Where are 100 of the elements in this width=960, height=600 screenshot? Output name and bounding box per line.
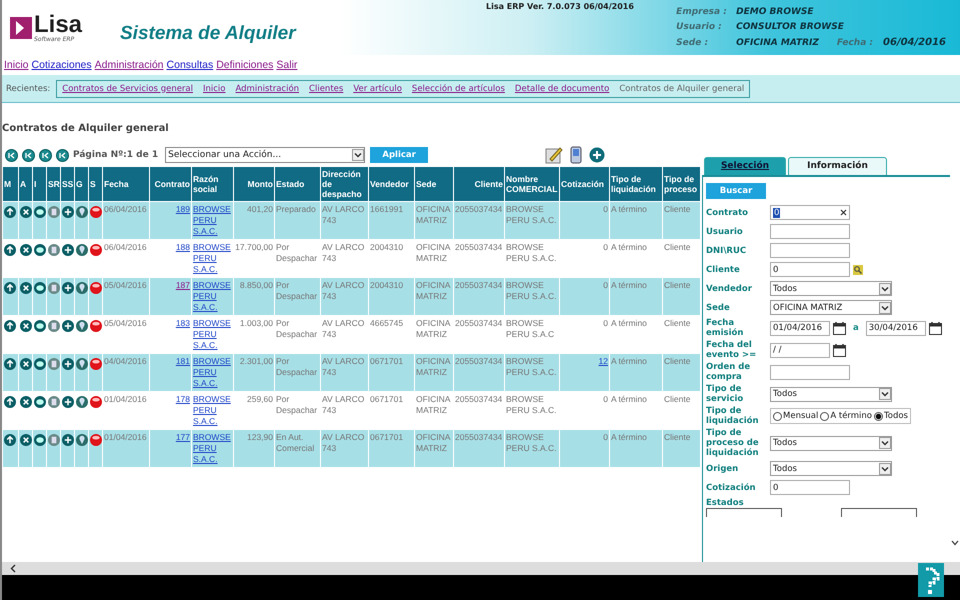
column-header[interactable]: Cliente [454, 166, 504, 202]
date-field[interactable]: 30/04/2016 [866, 320, 926, 336]
breadcrumb-link[interactable]: Clientes [309, 84, 344, 94]
contract-link[interactable]: 189 [176, 204, 190, 214]
radio-option[interactable]: A término [820, 411, 872, 421]
document-icon[interactable] [48, 244, 60, 256]
chat-icon[interactable] [34, 282, 46, 294]
map-pin-icon[interactable] [76, 358, 88, 370]
chat-icon[interactable] [34, 320, 46, 332]
up-arrow-icon[interactable] [4, 358, 16, 370]
column-header[interactable]: Nombre COMERCIAL [504, 166, 560, 202]
menu-link[interactable]: Salir [276, 59, 298, 71]
up-arrow-icon[interactable] [4, 282, 16, 294]
breadcrumb-link[interactable]: Administración [236, 84, 300, 94]
column-header[interactable]: Monto [234, 166, 274, 202]
column-header[interactable]: Tipo de liquidación [610, 166, 662, 202]
menu-link[interactable]: Inicio [4, 59, 29, 71]
cancel-icon[interactable] [20, 358, 32, 370]
map-pin-icon[interactable] [76, 282, 88, 294]
edit-icon[interactable] [545, 146, 564, 164]
column-header[interactable]: Estado [274, 166, 320, 202]
pager-nav-icon[interactable] [22, 148, 35, 162]
up-arrow-icon[interactable] [4, 396, 16, 408]
cancel-icon[interactable] [20, 244, 32, 256]
plus-icon[interactable] [589, 147, 606, 163]
up-arrow-icon[interactable] [4, 244, 16, 256]
column-header[interactable]: Dirección de despacho [320, 166, 368, 202]
radio-option[interactable]: Mensual [773, 411, 818, 421]
cancel-icon[interactable] [20, 434, 32, 446]
menu-link[interactable]: Administración [94, 59, 164, 71]
chat-icon[interactable] [34, 244, 46, 256]
breadcrumb-link[interactable]: Ver artículo [353, 84, 402, 94]
column-header[interactable]: Sede [414, 166, 454, 202]
document-icon[interactable] [48, 320, 60, 332]
up-arrow-icon[interactable] [4, 206, 16, 218]
map-pin-icon[interactable] [76, 244, 88, 256]
breadcrumb-link[interactable]: Selección de artículos [412, 84, 505, 94]
breadcrumb-link[interactable]: Detalle de documento [514, 84, 610, 94]
map-pin-icon[interactable] [76, 320, 88, 332]
calendar-icon[interactable] [928, 321, 942, 335]
map-pin-icon[interactable] [76, 434, 88, 446]
menu-link[interactable]: Cotizaciones [32, 59, 92, 71]
radio-icon[interactable] [874, 412, 883, 420]
map-pin-icon[interactable] [76, 396, 88, 408]
cancel-icon[interactable] [20, 320, 32, 332]
radio-icon[interactable] [773, 412, 782, 420]
input-field[interactable] [770, 224, 850, 239]
breadcrumb-link[interactable]: Contratos de Alquiler general [619, 84, 744, 94]
lookup-icon[interactable] [853, 264, 863, 274]
column-header[interactable]: SS [60, 166, 74, 202]
radio-option[interactable]: Todos [874, 411, 908, 421]
plus-icon[interactable] [62, 396, 74, 408]
column-header[interactable]: S [88, 166, 102, 202]
dropdown[interactable]: Todos [770, 461, 892, 476]
chevron-down-icon[interactable] [951, 540, 959, 546]
column-header[interactable]: M [2, 166, 18, 202]
up-arrow-icon[interactable] [4, 320, 16, 332]
radio-icon[interactable] [820, 412, 830, 420]
plus-icon[interactable] [62, 434, 74, 446]
input-field[interactable]: 0 [770, 205, 850, 220]
clear-icon[interactable] [840, 209, 847, 216]
column-header[interactable]: Razón social [192, 166, 234, 202]
calendar-icon[interactable] [833, 321, 846, 335]
calendar-icon[interactable] [833, 343, 846, 357]
input-field[interactable] [770, 243, 850, 258]
cancel-icon[interactable] [20, 282, 32, 294]
column-header[interactable]: SR [46, 166, 60, 202]
contract-link[interactable]: 183 [176, 318, 190, 328]
plus-icon[interactable] [62, 282, 74, 294]
breadcrumb-link[interactable]: Contratos de Servicios general [62, 84, 193, 94]
checkbox-field[interactable] [841, 508, 917, 517]
breadcrumb-link[interactable]: Inicio [203, 84, 226, 94]
column-header[interactable]: Fecha [102, 166, 150, 202]
menu-link[interactable]: Definiciones [216, 59, 274, 71]
plus-icon[interactable] [62, 206, 74, 218]
contract-link[interactable]: 188 [176, 242, 190, 252]
quote-link[interactable]: 12 [598, 356, 608, 366]
contract-link[interactable]: 181 [176, 356, 190, 366]
contract-link[interactable]: 177 [176, 432, 190, 442]
chat-icon[interactable] [34, 434, 46, 446]
plus-icon[interactable] [62, 320, 74, 332]
dropdown[interactable]: Todos [770, 281, 892, 296]
column-header[interactable]: Contrato [150, 166, 192, 202]
chevron-left-icon[interactable] [10, 564, 16, 573]
column-header[interactable]: A [18, 166, 32, 202]
document-icon[interactable] [48, 396, 60, 408]
column-header[interactable]: I [32, 166, 46, 202]
pager-nav-icon[interactable] [5, 148, 18, 162]
tab[interactable]: Selección [704, 157, 786, 175]
pager-nav-icon[interactable] [56, 148, 69, 162]
contract-link[interactable]: 187 [176, 280, 190, 290]
input-field[interactable]: 0 [770, 480, 850, 495]
date-field[interactable]: / / [770, 342, 830, 358]
tab[interactable]: Información [788, 157, 887, 175]
dropdown[interactable]: OFICINA MATRIZ [770, 300, 892, 315]
plus-icon[interactable] [62, 244, 74, 256]
cancel-icon[interactable] [20, 396, 32, 408]
date-field[interactable]: 01/04/2016 [770, 320, 830, 336]
map-pin-icon[interactable] [76, 206, 88, 218]
help-icon[interactable] [918, 563, 944, 597]
